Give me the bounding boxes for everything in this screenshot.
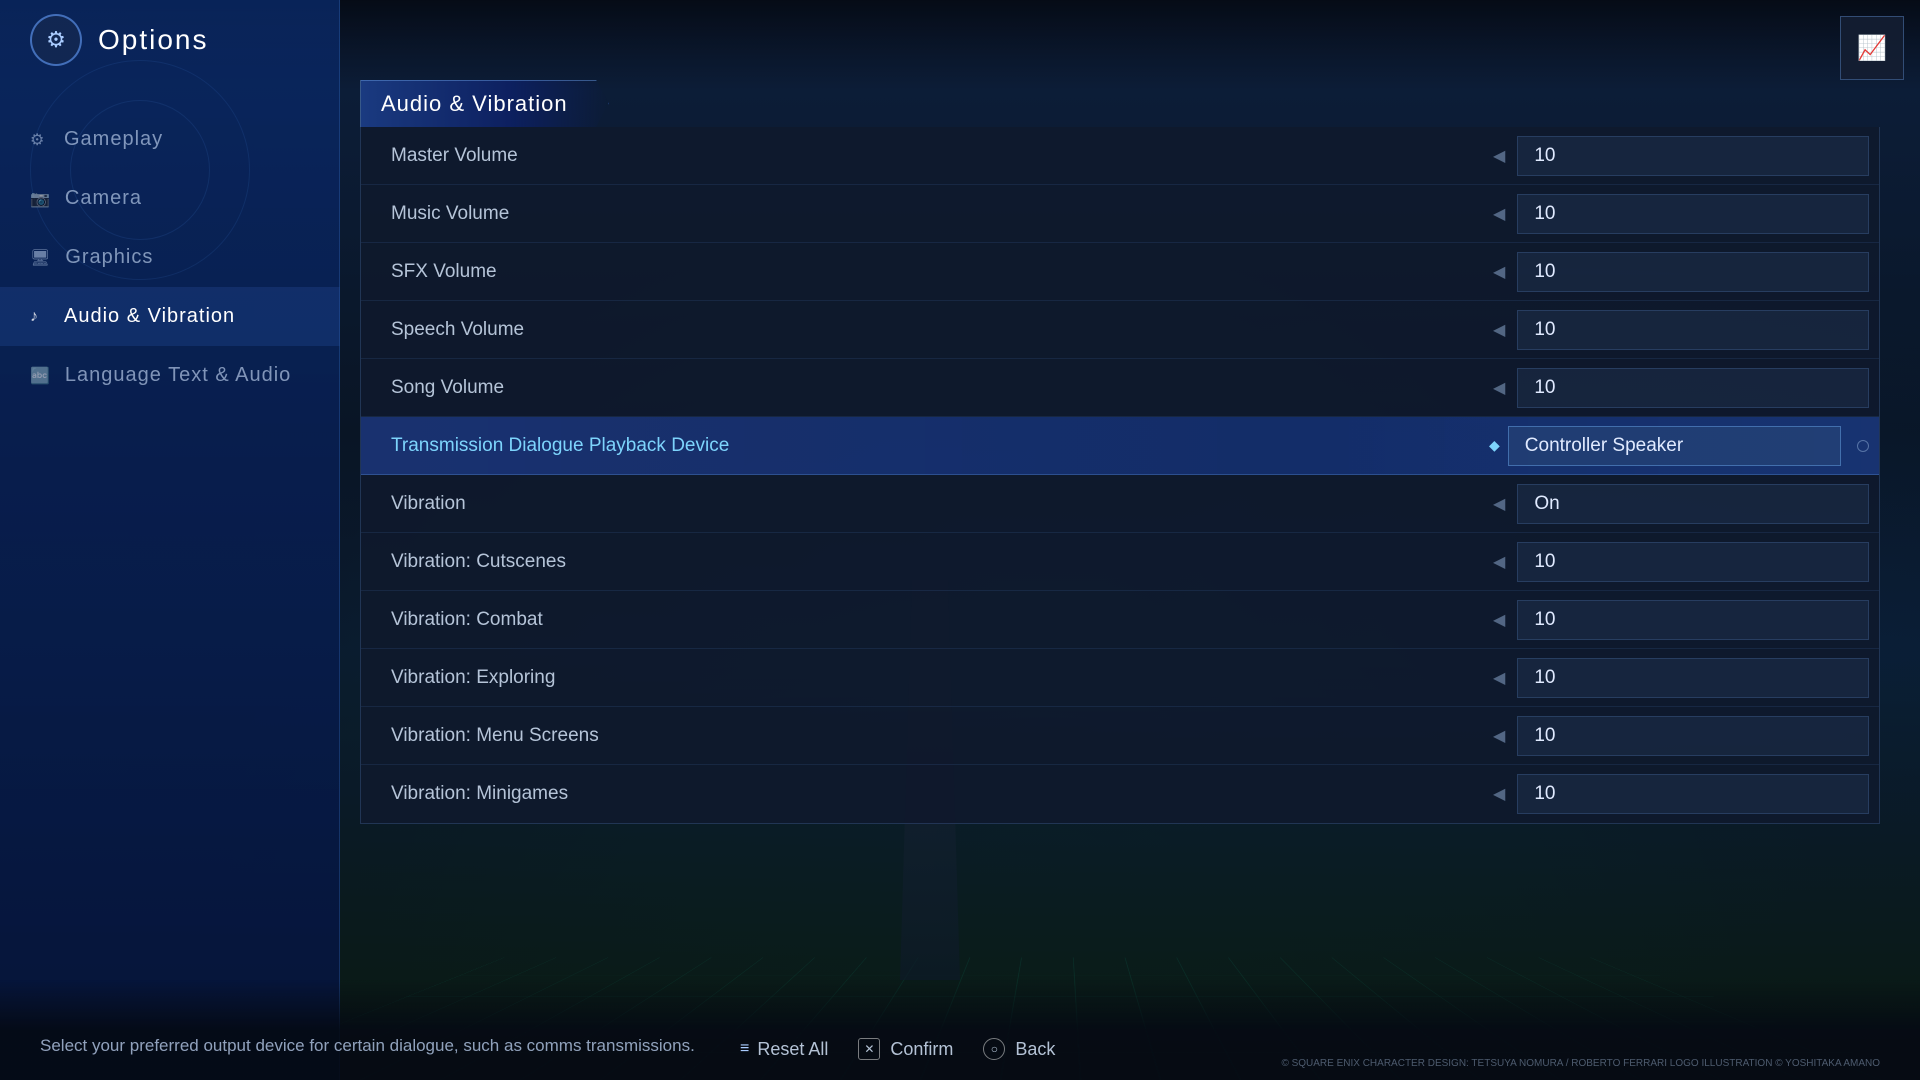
arrow-left-transmission-dialogue[interactable]: ◆ [1489,437,1500,454]
language-icon: 🔤 [30,366,51,386]
settings-label-vibration-cutscenes: Vibration: Cutscenes [361,551,1479,573]
settings-value-area-vibration-exploring: ◀ 10 [1479,658,1879,698]
settings-row-vibration-combat[interactable]: Vibration: Combat ◀ 10 [361,591,1879,649]
settings-value-area-song-volume: ◀ 10 [1479,368,1879,408]
section-header: Audio & Vibration [360,80,609,127]
value-display-vibration-minigames: 10 [1517,774,1869,814]
stats-icon: 📈 [1857,34,1887,63]
arrow-left-vibration-menu-screens[interactable]: ◀ [1489,722,1509,750]
arrow-left-sfx-volume[interactable]: ◀ [1489,258,1509,286]
confirm-btn-icon: ✕ [858,1038,880,1060]
settings-row-transmission-dialogue[interactable]: Transmission Dialogue Playback Device ◆ Co… [361,417,1879,475]
sidebar-item-audio-vibration[interactable]: ♪ Audio & Vibration [0,287,340,346]
confirm-label: Confirm [890,1039,953,1060]
settings-value-area-music-volume: ◀ 10 [1479,194,1879,234]
value-display-vibration-exploring: 10 [1517,658,1869,698]
settings-label-vibration-minigames: Vibration: Minigames [361,783,1479,805]
sidebar-item-label: Gameplay [64,128,163,151]
settings-label-vibration-combat: Vibration: Combat [361,609,1479,631]
settings-row-sfx-volume[interactable]: SFX Volume ◀ 10 [361,243,1879,301]
settings-row-vibration-menu-screens[interactable]: Vibration: Menu Screens ◀ 10 [361,707,1879,765]
header: ⚙ Options [0,0,1920,80]
page-title: Options [98,24,209,56]
sidebar-menu: ⚙ Gameplay 📷 Camera 🖥 Graphics ♪ Audio &… [0,90,340,425]
reset-icon: ≡ [740,1040,749,1058]
value-display-music-volume: 10 [1517,194,1869,234]
settings-row-vibration[interactable]: Vibration ◀ On [361,475,1879,533]
settings-value-area-vibration: ◀ On [1479,484,1879,524]
sidebar-item-graphics[interactable]: 🖥 Graphics [0,228,340,287]
arrow-left-vibration-minigames[interactable]: ◀ [1489,780,1509,808]
arrow-left-song-volume[interactable]: ◀ [1489,374,1509,402]
main-content: Audio & Vibration Master Volume◀10Music … [360,80,1880,980]
arrow-left-master-volume[interactable]: ◀ [1489,142,1509,170]
settings-label-vibration: Vibration [361,493,1479,515]
settings-value-area-sfx-volume: ◀ 10 [1479,252,1879,292]
settings-label-vibration-exploring: Vibration: Exploring [361,667,1479,689]
gear-icon: ⚙ [46,27,66,53]
options-icon: ⚙ [30,14,82,66]
settings-value-area-speech-volume: ◀ 10 [1479,310,1879,350]
settings-table: Master Volume◀10Music Volume◀10SFX Volum… [360,127,1880,824]
settings-label-music-volume: Music Volume [361,203,1479,225]
sidebar-item-gameplay[interactable]: ⚙ Gameplay [0,110,340,169]
settings-row-vibration-exploring[interactable]: Vibration: Exploring ◀ 10 [361,649,1879,707]
confirm-button[interactable]: ✕ Confirm [858,1038,953,1060]
value-display-transmission-dialogue: Controller Speaker [1508,426,1841,466]
value-display-song-volume: 10 [1517,368,1869,408]
settings-label-song-volume: Song Volume [361,377,1479,399]
settings-row-vibration-minigames[interactable]: Vibration: Minigames ◀ 10 [361,765,1879,823]
value-display-vibration-cutscenes: 10 [1517,542,1869,582]
settings-label-vibration-menu-screens: Vibration: Menu Screens [361,725,1479,747]
sidebar-item-camera[interactable]: 📷 Camera [0,169,340,228]
camera-icon: 📷 [30,189,51,209]
settings-label-speech-volume: Speech Volume [361,319,1479,341]
settings-value-area-vibration-minigames: ◀ 10 [1479,774,1879,814]
sidebar-item-label: Language Text & Audio [65,364,291,387]
settings-value-area-vibration-combat: ◀ 10 [1479,600,1879,640]
value-display-vibration-menu-screens: 10 [1517,716,1869,756]
arrow-left-vibration-cutscenes[interactable]: ◀ [1489,548,1509,576]
settings-value-area-vibration-menu-screens: ◀ 10 [1479,716,1879,756]
settings-value-area-transmission-dialogue: ◆ Controller Speaker [1479,426,1879,466]
arrow-left-vibration-combat[interactable]: ◀ [1489,606,1509,634]
value-display-sfx-volume: 10 [1517,252,1869,292]
copyright: © SQUARE ENIX CHARACTER DESIGN: TETSUYA … [1281,1056,1880,1072]
back-label: Back [1015,1039,1055,1060]
value-display-speech-volume: 10 [1517,310,1869,350]
arrow-left-music-volume[interactable]: ◀ [1489,200,1509,228]
settings-row-speech-volume[interactable]: Speech Volume ◀ 10 [361,301,1879,359]
settings-label-master-volume: Master Volume [361,145,1479,167]
arrow-left-vibration[interactable]: ◀ [1489,490,1509,518]
settings-row-music-volume[interactable]: Music Volume ◀ 10 [361,185,1879,243]
graphics-icon: 🖥 [30,248,51,268]
reset-all-label: Reset All [757,1039,828,1060]
stats-button[interactable]: 📈 [1840,16,1904,80]
arrow-left-vibration-exploring[interactable]: ◀ [1489,664,1509,692]
settings-label-transmission-dialogue: Transmission Dialogue Playback Device [361,435,1479,457]
sidebar-item-language[interactable]: 🔤 Language Text & Audio [0,346,340,405]
reset-all-button[interactable]: ≡ Reset All [740,1039,828,1060]
value-display-vibration: On [1517,484,1869,524]
arrow-left-speech-volume[interactable]: ◀ [1489,316,1509,344]
bottom-hint: Select your preferred output device for … [40,1036,740,1060]
sidebar-item-label: Camera [65,187,142,210]
settings-value-area-master-volume: ◀ 10 [1479,136,1879,176]
back-button[interactable]: ○ Back [983,1038,1055,1060]
sidebar-item-label: Audio & Vibration [64,305,235,328]
section-title: Audio & Vibration [381,91,568,117]
settings-value-area-vibration-cutscenes: ◀ 10 [1479,542,1879,582]
value-display-vibration-combat: 10 [1517,600,1869,640]
settings-row-song-volume[interactable]: Song Volume ◀ 10 [361,359,1879,417]
circle-indicator-transmission-dialogue [1857,440,1869,452]
settings-row-vibration-cutscenes[interactable]: Vibration: Cutscenes ◀ 10 [361,533,1879,591]
gameplay-icon: ⚙ [30,130,50,150]
settings-row-master-volume[interactable]: Master Volume ◀ 10 [361,127,1879,185]
settings-label-sfx-volume: SFX Volume [361,261,1479,283]
bottom-actions: ≡ Reset All ✕ Confirm ○ Back [740,1038,1055,1060]
value-display-master-volume: 10 [1517,136,1869,176]
sidebar-item-label: Graphics [65,246,153,269]
audio-icon: ♪ [30,308,50,326]
back-btn-icon: ○ [983,1038,1005,1060]
